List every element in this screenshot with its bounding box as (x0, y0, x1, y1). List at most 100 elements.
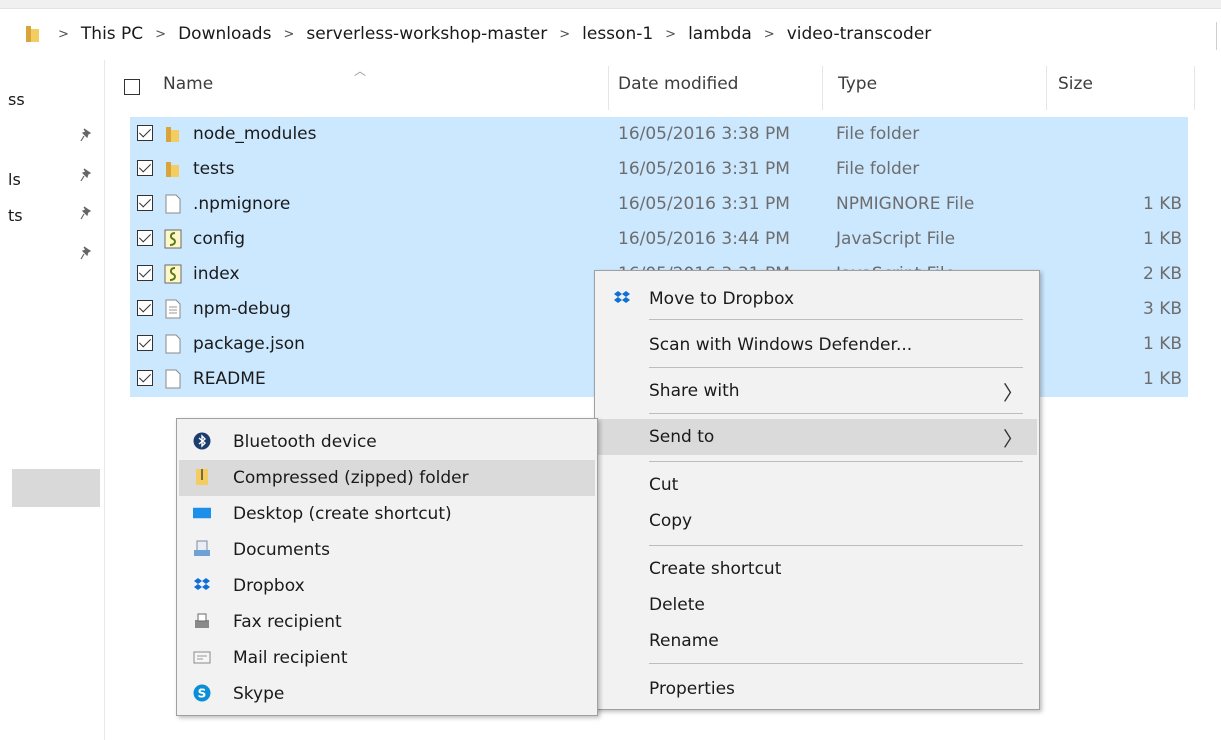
column-divider[interactable] (1046, 66, 1047, 110)
pin-icon[interactable] (80, 168, 92, 182)
menu-item-move-to-dropbox[interactable]: Move to Dropbox (597, 281, 1037, 317)
menu-item-bluetooth[interactable]: Bluetooth device (179, 424, 595, 460)
menu-item-send-to[interactable]: Send to 〉 (597, 419, 1037, 455)
menu-item-fax-recipient[interactable]: Fax recipient (179, 604, 595, 640)
menu-item-share-with[interactable]: Share with 〉 (597, 373, 1037, 409)
row-checkbox[interactable] (137, 195, 153, 211)
breadcrumb-video-transcoder[interactable]: video-transcoder (787, 24, 932, 44)
chevron-right-icon: > (763, 26, 775, 42)
row-checkbox[interactable] (137, 160, 153, 176)
menu-item-label: Cut (649, 475, 679, 495)
address-divider (1216, 22, 1221, 50)
menu-item-compressed-folder[interactable]: Compressed (zipped) folder (179, 460, 595, 496)
sort-ascending-icon: ︿ (354, 64, 367, 78)
select-all-checkbox[interactable] (124, 79, 140, 95)
chevron-right-icon: > (559, 26, 571, 42)
menu-item-dropbox[interactable]: Dropbox (179, 568, 595, 604)
file-size: 3 KB (1142, 299, 1182, 319)
menu-item-copy[interactable]: Copy (597, 503, 1037, 539)
svg-text:S: S (198, 687, 207, 701)
breadcrumb-this-pc[interactable]: This PC (81, 24, 143, 44)
file-row-node-modules[interactable]: node_modules 16/05/2016 3:38 PM File fol… (130, 117, 1188, 152)
row-checkbox[interactable] (137, 265, 153, 281)
fax-icon (195, 613, 209, 628)
menu-item-cut[interactable]: Cut (597, 467, 1037, 503)
nav-item-downloads[interactable]: ls (8, 170, 21, 189)
menu-item-label: Send to (649, 427, 715, 447)
file-size: 1 KB (1142, 229, 1182, 249)
send-to-submenu: Bluetooth device Compressed (zipped) fol… (176, 418, 598, 716)
column-type[interactable]: Type (838, 74, 877, 94)
menu-item-mail-recipient[interactable]: Mail recipient (179, 640, 595, 676)
menu-item-label: Create shortcut (649, 559, 782, 579)
pin-icon[interactable] (80, 206, 92, 220)
desktop-icon (193, 507, 211, 519)
address-bar[interactable]: > This PC > Downloads > serverless-works… (0, 18, 1221, 52)
file-row-config[interactable]: config 16/05/2016 3:44 PM JavaScript Fil… (130, 222, 1188, 257)
menu-item-properties[interactable]: Properties (597, 671, 1037, 707)
row-checkbox[interactable] (137, 335, 153, 351)
js-file-icon (164, 264, 182, 284)
pin-icon[interactable] (80, 246, 92, 260)
column-divider[interactable] (822, 66, 823, 110)
row-checkbox[interactable] (137, 230, 153, 246)
chevron-right-icon: > (58, 26, 69, 42)
column-divider[interactable] (1194, 66, 1195, 110)
window-top-edge (0, 0, 1221, 9)
menu-item-delete[interactable]: Delete (597, 587, 1037, 623)
column-name[interactable]: Name (163, 74, 213, 94)
menu-item-create-shortcut[interactable]: Create shortcut (597, 551, 1037, 587)
folder-icon (166, 162, 179, 177)
breadcrumb-lesson-1[interactable]: lesson-1 (582, 24, 653, 44)
nav-item-quick-access[interactable]: ss (8, 90, 25, 109)
nav-item-documents[interactable]: ts (8, 206, 23, 225)
menu-item-label: Mail recipient (233, 648, 348, 668)
file-row-npmignore[interactable]: .npmignore 16/05/2016 3:31 PM NPMIGNORE … (130, 187, 1188, 222)
file-type: File folder (836, 124, 920, 144)
file-name: README (193, 369, 266, 389)
chevron-right-icon: > (665, 26, 677, 42)
column-size[interactable]: Size (1058, 74, 1093, 94)
menu-item-label: Bluetooth device (233, 432, 377, 452)
skype-icon: S (193, 684, 211, 702)
nav-selected-item[interactable] (12, 469, 100, 507)
menu-item-label: Copy (649, 511, 693, 531)
file-icon (165, 194, 181, 214)
menu-item-label: Move to Dropbox (649, 289, 795, 309)
column-date-modified[interactable]: Date modified (618, 74, 738, 94)
menu-item-label: Desktop (create shortcut) (233, 504, 452, 524)
menu-separator (649, 663, 1023, 664)
column-divider[interactable] (608, 66, 609, 110)
pin-icon[interactable] (80, 128, 92, 142)
breadcrumb-downloads[interactable]: Downloads (178, 24, 271, 44)
menu-item-scan-defender[interactable]: Scan with Windows Defender... (597, 327, 1037, 363)
menu-separator (649, 319, 1023, 320)
menu-item-documents[interactable]: Documents (179, 532, 595, 568)
menu-item-desktop-shortcut[interactable]: Desktop (create shortcut) (179, 496, 595, 532)
file-icon (165, 369, 181, 389)
file-name: package.json (193, 334, 305, 354)
file-date: 16/05/2016 3:38 PM (618, 124, 790, 144)
bluetooth-icon (193, 432, 211, 450)
menu-separator (649, 461, 1023, 462)
chevron-right-icon: 〉 (1003, 381, 1023, 405)
file-row-tests[interactable]: tests 16/05/2016 3:31 PM File folder (130, 152, 1188, 187)
row-checkbox[interactable] (137, 300, 153, 316)
file-size: 2 KB (1142, 264, 1182, 284)
breadcrumb-lambda[interactable]: lambda (688, 24, 752, 44)
menu-item-rename[interactable]: Rename (597, 623, 1037, 659)
folder-icon (166, 127, 179, 142)
file-name: index (193, 264, 240, 284)
chevron-right-icon: > (155, 26, 167, 42)
breadcrumb-serverless-workshop-master[interactable]: serverless-workshop-master (306, 24, 547, 44)
file-icon (165, 334, 181, 354)
breadcrumb: > This PC > Downloads > serverless-works… (58, 24, 931, 44)
menu-separator (649, 413, 1023, 414)
js-file-icon (164, 229, 182, 249)
menu-item-label: Share with (649, 381, 740, 401)
file-date: 16/05/2016 3:44 PM (618, 229, 790, 249)
row-checkbox[interactable] (137, 370, 153, 386)
column-header: ︿ Name Date modified Type Size (106, 60, 1206, 110)
menu-item-skype[interactable]: S Skype (179, 676, 595, 712)
row-checkbox[interactable] (137, 125, 153, 141)
